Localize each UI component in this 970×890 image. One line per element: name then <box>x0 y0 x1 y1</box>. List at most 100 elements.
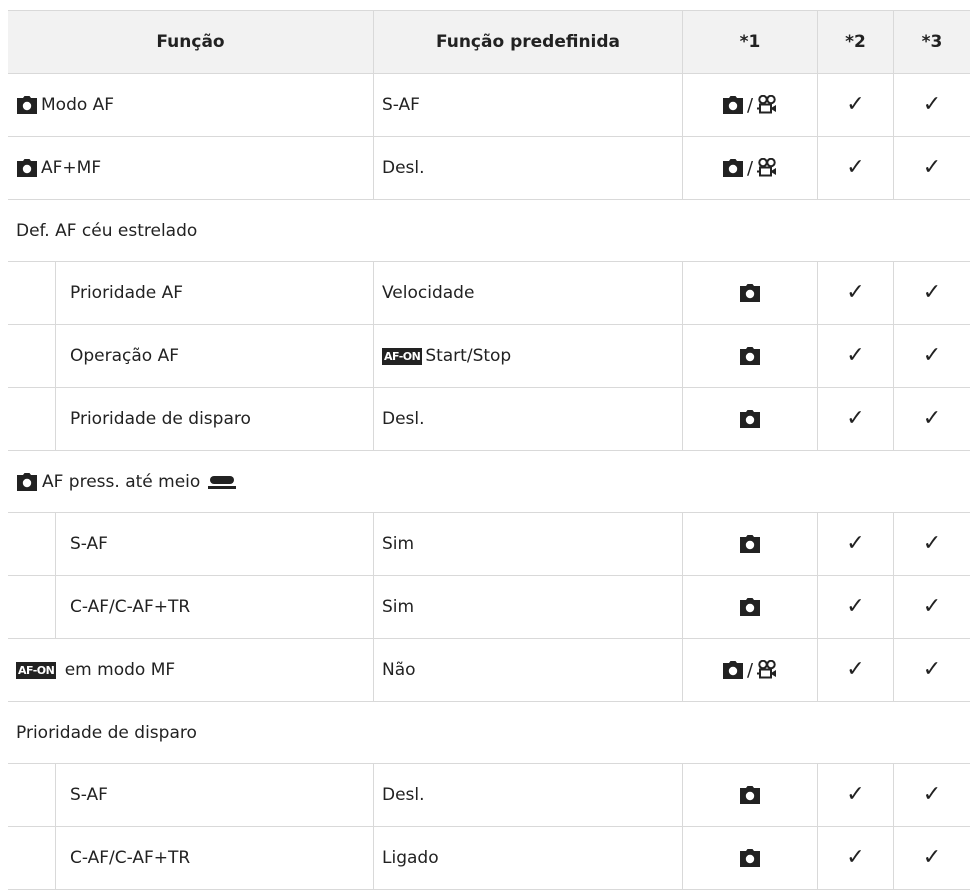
default-value: Não <box>382 660 416 680</box>
table-row: Modo AF S-AF / ✓ ✓ <box>8 74 970 137</box>
table-section-row: Def. AF céu estrelado <box>8 200 970 262</box>
row-label: AF+MF <box>41 158 102 178</box>
indent-spacer <box>8 388 56 450</box>
mode-cell <box>683 388 818 450</box>
table-row: S-AF Sim ✓ ✓ <box>8 513 970 576</box>
indent-spacer <box>8 325 56 387</box>
settings-table: Função Função predefinida *1 *2 *3 Modo … <box>8 10 970 890</box>
check-icon: ✓ <box>846 657 865 682</box>
camera-icon <box>739 848 761 868</box>
camera-icon <box>739 597 761 617</box>
table-header: Função Função predefinida *1 *2 *3 <box>8 10 970 74</box>
mode-cell <box>683 827 818 889</box>
mode-cell <box>683 764 818 826</box>
mode-cell: / <box>683 137 818 199</box>
mode-cell <box>683 576 818 638</box>
af-on-badge: AF-ON <box>16 661 57 679</box>
af-on-badge: AF-ON <box>382 347 423 365</box>
check-icon: ✓ <box>922 155 942 180</box>
check-icon: ✓ <box>922 845 942 870</box>
camera-icon <box>739 346 761 366</box>
check-icon: ✓ <box>846 280 865 305</box>
row-label: S-AF <box>70 785 108 805</box>
default-value: Ligado <box>382 848 439 868</box>
table-row: AF+MF Desl. / ✓ ✓ <box>8 137 970 200</box>
default-value: Desl. <box>382 409 425 429</box>
half-press-shutter-icon <box>208 472 237 492</box>
check-icon: ✓ <box>922 594 942 619</box>
camera-icon <box>16 472 38 492</box>
check-icon: ✓ <box>922 657 942 682</box>
check-icon: ✓ <box>922 92 942 117</box>
table-row: S-AF Desl. ✓ ✓ <box>8 764 970 827</box>
row-label: Prioridade AF <box>70 283 184 303</box>
default-value: Sim <box>382 597 415 617</box>
check-icon: ✓ <box>846 155 865 180</box>
header-note-2: *2 <box>818 11 894 73</box>
video-icon <box>756 660 778 680</box>
slash-separator: / <box>746 94 754 116</box>
slash-separator: / <box>746 157 754 179</box>
section-label: AF press. até meio <box>42 471 201 492</box>
indent-spacer <box>8 827 56 889</box>
camera-icon <box>739 534 761 554</box>
section-label: Prioridade de disparo <box>16 722 197 743</box>
camera-icon <box>739 283 761 303</box>
header-default: Função predefinida <box>374 11 683 73</box>
table-row: Prioridade de disparo Desl. ✓ ✓ <box>8 388 970 451</box>
table-row: Prioridade AF Velocidade ✓ ✓ <box>8 262 970 325</box>
default-value: Velocidade <box>382 283 475 303</box>
default-value: Desl. <box>382 785 425 805</box>
check-icon: ✓ <box>922 406 942 431</box>
default-value: Desl. <box>382 158 425 178</box>
section-label: Def. AF céu estrelado <box>16 220 198 241</box>
row-label: Modo AF <box>41 95 115 115</box>
mode-cell <box>683 262 818 324</box>
mode-cell <box>683 513 818 575</box>
indent-spacer <box>8 764 56 826</box>
camera-icon <box>722 660 744 680</box>
slash-separator: / <box>746 659 754 681</box>
check-icon: ✓ <box>846 343 865 368</box>
camera-icon <box>16 158 38 178</box>
table-row: AF-ON em modo MF Não / ✓ ✓ <box>8 639 970 702</box>
camera-icon <box>722 95 744 115</box>
camera-icon <box>739 785 761 805</box>
check-icon: ✓ <box>846 406 865 431</box>
indent-spacer <box>8 513 56 575</box>
indent-spacer <box>8 262 56 324</box>
table-section-row: AF press. até meio <box>8 451 970 513</box>
row-label: em modo MF <box>64 660 176 680</box>
check-icon: ✓ <box>922 343 942 368</box>
row-label: S-AF <box>70 534 108 554</box>
header-function: Função <box>8 11 374 73</box>
video-icon <box>756 158 778 178</box>
default-value: Sim <box>382 534 415 554</box>
table-row: C-AF/C-AF+TR Ligado ✓ ✓ <box>8 827 970 890</box>
video-icon <box>756 95 778 115</box>
table-row: C-AF/C-AF+TR Sim ✓ ✓ <box>8 576 970 639</box>
camera-icon <box>16 95 38 115</box>
default-value: Start/Stop <box>425 346 512 366</box>
check-icon: ✓ <box>846 782 865 807</box>
row-label: C-AF/C-AF+TR <box>70 597 191 617</box>
mode-cell: / <box>683 74 818 136</box>
check-icon: ✓ <box>846 531 865 556</box>
check-icon: ✓ <box>922 531 942 556</box>
camera-icon <box>722 158 744 178</box>
check-icon: ✓ <box>922 280 942 305</box>
check-icon: ✓ <box>846 845 865 870</box>
header-note-3: *3 <box>921 32 943 52</box>
check-icon: ✓ <box>922 782 942 807</box>
camera-icon <box>739 409 761 429</box>
mode-cell <box>683 325 818 387</box>
indent-spacer <box>8 576 56 638</box>
row-label: Operação AF <box>70 346 180 366</box>
default-value: S-AF <box>382 95 420 115</box>
check-icon: ✓ <box>846 92 865 117</box>
table-section-row: Prioridade de disparo <box>8 702 970 764</box>
row-label: Prioridade de disparo <box>70 409 251 429</box>
header-note-1: *1 <box>683 11 818 73</box>
check-icon: ✓ <box>846 594 865 619</box>
row-label: C-AF/C-AF+TR <box>70 848 191 868</box>
